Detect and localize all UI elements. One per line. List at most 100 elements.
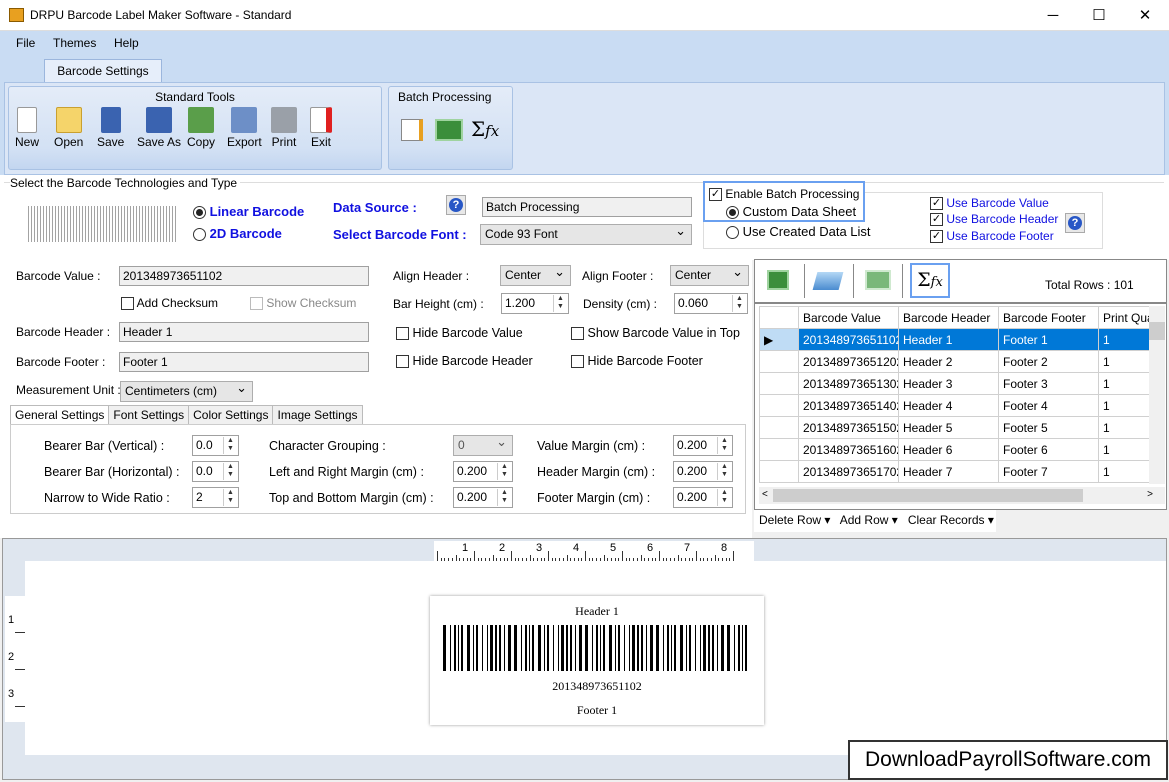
table-cell[interactable]: 1 bbox=[1099, 417, 1150, 439]
table-cell[interactable]: Header 5 bbox=[899, 417, 999, 439]
table-cell[interactable]: 1 bbox=[1099, 395, 1150, 417]
column-header[interactable]: Barcode Footer bbox=[999, 307, 1099, 329]
add-row-button[interactable]: Add Row ▾ bbox=[840, 513, 898, 527]
menu-help[interactable]: Help bbox=[114, 36, 139, 50]
table-cell[interactable]: 201348973651402 bbox=[799, 395, 899, 417]
menu-file[interactable]: File bbox=[16, 36, 35, 50]
table-row[interactable]: 201348973651202Header 2Footer 21 bbox=[760, 351, 1150, 373]
barcode-header-input[interactable]: Header 1 bbox=[119, 322, 369, 342]
table-cell[interactable]: 201348973651202 bbox=[799, 351, 899, 373]
row-header[interactable] bbox=[760, 373, 799, 395]
table-cell[interactable]: Footer 1 bbox=[999, 329, 1099, 351]
table-cell[interactable]: 1 bbox=[1099, 373, 1150, 395]
help-icon[interactable] bbox=[1065, 213, 1085, 233]
table-cell[interactable]: Footer 7 bbox=[999, 461, 1099, 483]
add-checksum-checkbox[interactable]: Add Checksum bbox=[121, 296, 218, 310]
print-button[interactable]: Print bbox=[271, 107, 297, 149]
barcode-label-preview[interactable]: Header 1 201348973651102 Footer 1 bbox=[430, 596, 764, 725]
table-cell[interactable]: 201348973651302 bbox=[799, 373, 899, 395]
menu-themes[interactable]: Themes bbox=[53, 36, 96, 50]
lr-margin-spinner[interactable]: 0.200▲▼ bbox=[453, 461, 513, 482]
excel-icon[interactable] bbox=[767, 270, 789, 290]
table-row[interactable]: 201348973651502Header 5Footer 51 bbox=[760, 417, 1150, 439]
tab-barcode-settings[interactable]: Barcode Settings bbox=[44, 59, 162, 83]
tab-color-settings[interactable]: Color Settings bbox=[188, 405, 273, 424]
2d-barcode-radio[interactable]: 2D Barcode bbox=[193, 226, 282, 241]
table-cell[interactable]: 201348973651702 bbox=[799, 461, 899, 483]
table-cell[interactable]: Header 1 bbox=[899, 329, 999, 351]
table-cell[interactable]: Footer 2 bbox=[999, 351, 1099, 373]
use-barcode-value-checkbox[interactable]: ✓ Use Barcode Value bbox=[930, 196, 1049, 210]
created-data-list-radio[interactable]: Use Created Data List bbox=[726, 224, 871, 239]
table-cell[interactable]: Footer 5 bbox=[999, 417, 1099, 439]
custom-data-sheet-radio[interactable]: Custom Data Sheet bbox=[726, 204, 856, 219]
use-barcode-header-checkbox[interactable]: ✓ Use Barcode Header bbox=[930, 212, 1058, 226]
column-header[interactable]: Barcode Header bbox=[899, 307, 999, 329]
hide-barcode-header-checkbox[interactable]: Hide Barcode Header bbox=[396, 354, 533, 368]
table-cell[interactable]: Header 7 bbox=[899, 461, 999, 483]
copy-button[interactable]: Copy bbox=[187, 107, 215, 149]
barcode-value-input[interactable]: 201348973651102 bbox=[119, 266, 369, 286]
delete-row-button[interactable]: Delete Row ▾ bbox=[759, 513, 830, 527]
ratio-spinner[interactable]: 2▲▼ bbox=[192, 487, 239, 508]
linear-barcode-radio[interactable]: Linear Barcode bbox=[193, 204, 304, 219]
data-source-field[interactable]: Batch Processing bbox=[482, 197, 692, 217]
column-header[interactable]: Print Qua bbox=[1099, 307, 1150, 329]
table-cell[interactable]: Footer 4 bbox=[999, 395, 1099, 417]
excel-import-icon[interactable] bbox=[435, 119, 463, 141]
maximize-button[interactable]: ☐ bbox=[1076, 0, 1122, 31]
bearer-vertical-spinner[interactable]: 0.0▲▼ bbox=[192, 435, 239, 456]
table-cell[interactable]: Header 6 bbox=[899, 439, 999, 461]
table-cell[interactable]: Header 2 bbox=[899, 351, 999, 373]
tab-font-settings[interactable]: Font Settings bbox=[108, 405, 189, 424]
close-button[interactable]: ✕ bbox=[1122, 0, 1168, 31]
formula-icon[interactable]: Σfx bbox=[910, 263, 950, 298]
row-header[interactable] bbox=[760, 395, 799, 417]
formula-icon[interactable]: Σfx bbox=[471, 117, 499, 141]
grouping-select[interactable]: 0 bbox=[453, 435, 513, 456]
enable-batch-checkbox[interactable]: ✓ Enable Batch Processing bbox=[709, 187, 859, 201]
column-header[interactable]: Barcode Value bbox=[799, 307, 899, 329]
hide-barcode-footer-checkbox[interactable]: Hide Barcode Footer bbox=[571, 354, 703, 368]
export-sheet-icon[interactable] bbox=[813, 272, 844, 290]
horizontal-scrollbar[interactable]: <> bbox=[759, 487, 1165, 504]
export-button[interactable]: Export bbox=[227, 107, 262, 149]
row-header[interactable] bbox=[760, 351, 799, 373]
bearer-horizontal-spinner[interactable]: 0.0▲▼ bbox=[192, 461, 239, 482]
barcode-footer-input[interactable]: Footer 1 bbox=[119, 352, 369, 372]
value-margin-spinner[interactable]: 0.200▲▼ bbox=[673, 435, 733, 456]
table-cell[interactable]: 201348973651602 bbox=[799, 439, 899, 461]
minimize-button[interactable]: ─ bbox=[1030, 0, 1076, 31]
table-cell[interactable]: Footer 6 bbox=[999, 439, 1099, 461]
table-cell[interactable]: 1 bbox=[1099, 351, 1150, 373]
table-row[interactable]: 201348973651702Header 7Footer 71 bbox=[760, 461, 1150, 483]
table-cell[interactable]: 201348973651502 bbox=[799, 417, 899, 439]
hide-barcode-value-checkbox[interactable]: Hide Barcode Value bbox=[396, 326, 523, 340]
exit-button[interactable]: Exit bbox=[310, 107, 332, 149]
row-header[interactable]: ▶ bbox=[760, 329, 799, 351]
table-cell[interactable]: Header 3 bbox=[899, 373, 999, 395]
new-button[interactable]: New bbox=[15, 107, 39, 149]
open-button[interactable]: Open bbox=[54, 107, 83, 149]
save-button[interactable]: Save bbox=[97, 107, 124, 149]
table-row[interactable]: ▶201348973651102Header 1Footer 11 bbox=[760, 329, 1150, 351]
table-cell[interactable]: Footer 3 bbox=[999, 373, 1099, 395]
help-icon[interactable] bbox=[446, 195, 466, 215]
table-cell[interactable]: 1 bbox=[1099, 461, 1150, 483]
row-header[interactable] bbox=[760, 439, 799, 461]
bar-height-spinner[interactable]: 1.200▲▼ bbox=[501, 293, 569, 314]
edit-batch-icon[interactable] bbox=[401, 119, 423, 141]
show-value-top-checkbox[interactable]: Show Barcode Value in Top bbox=[571, 326, 740, 340]
vertical-scrollbar[interactable] bbox=[1149, 306, 1165, 484]
table-row[interactable]: 201348973651602Header 6Footer 61 bbox=[760, 439, 1150, 461]
tab-general-settings[interactable]: General Settings bbox=[10, 405, 109, 424]
header-margin-spinner[interactable]: 0.200▲▼ bbox=[673, 461, 733, 482]
table-cell[interactable]: 1 bbox=[1099, 439, 1150, 461]
align-footer-select[interactable]: Center bbox=[670, 265, 749, 286]
excel-refresh-icon[interactable] bbox=[865, 270, 891, 290]
align-header-select[interactable]: Center bbox=[500, 265, 571, 286]
table-cell[interactable]: Header 4 bbox=[899, 395, 999, 417]
show-checksum-checkbox[interactable]: Show Checksum bbox=[250, 296, 356, 310]
row-header[interactable] bbox=[760, 417, 799, 439]
row-header[interactable] bbox=[760, 461, 799, 483]
